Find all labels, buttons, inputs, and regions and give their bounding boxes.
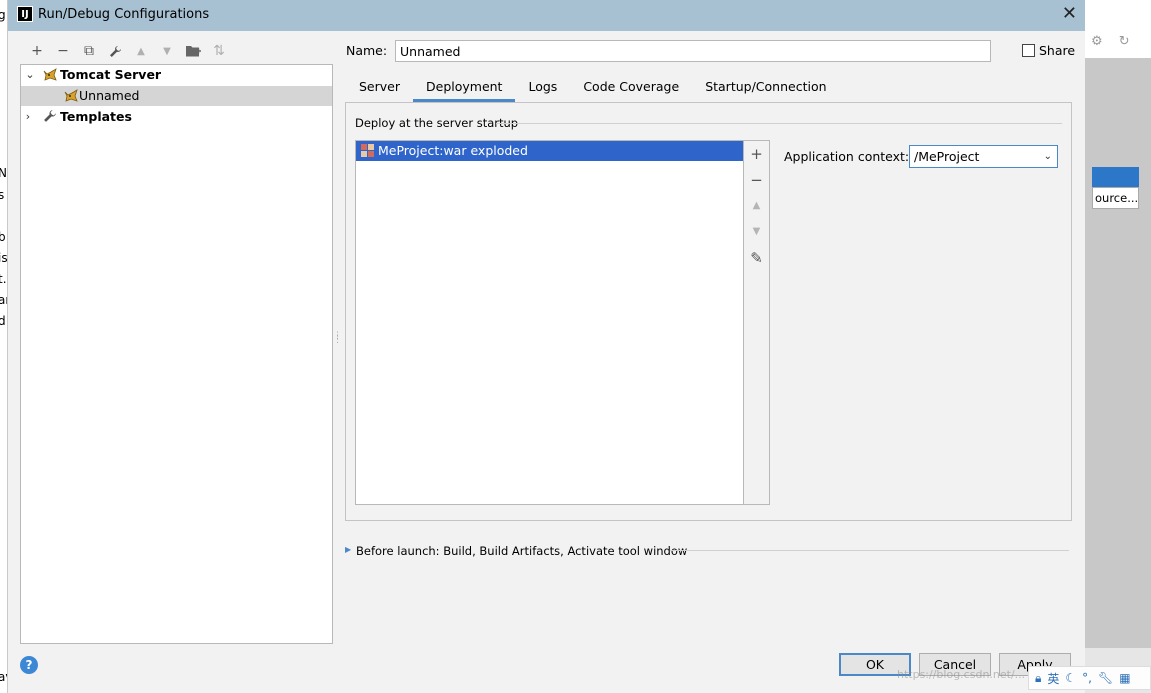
application-context-value: /MeProject <box>914 149 980 164</box>
copy-icon[interactable]: ⧉ <box>76 40 102 62</box>
tab-logs[interactable]: Logs <box>515 74 570 102</box>
dots-icon: °, <box>1082 671 1092 685</box>
sort-icon[interactable]: ⇅ <box>206 40 232 62</box>
section-divider <box>670 550 1069 551</box>
section-divider <box>496 123 1062 124</box>
background-editor-right: ⚙ ↻ ource... <box>1085 0 1151 693</box>
before-launch-header[interactable]: Before launch: Build, Build Artifacts, A… <box>356 544 687 558</box>
chevron-right-icon[interactable]: › <box>22 107 34 127</box>
application-context-label: Application context: <box>784 149 910 164</box>
background-text-fragment: s <box>0 188 4 202</box>
name-label: Name: <box>346 43 388 58</box>
arrow-down-icon[interactable]: ▼ <box>744 221 769 243</box>
background-selection <box>1092 167 1139 187</box>
background-text-fragment: d <box>0 314 6 328</box>
background-text-fragment: ar <box>0 293 7 307</box>
help-icon[interactable]: ? <box>20 656 38 674</box>
artifact-list: MeProject:war exploded <box>355 140 744 505</box>
folder-icon[interactable] <box>180 40 206 62</box>
tree-item-tomcat-server[interactable]: ⌄ Tomcat Server <box>21 65 332 85</box>
background-text-fragment: g <box>0 8 6 22</box>
tree-item-label: Unnamed <box>79 88 140 103</box>
wrench-icon[interactable] <box>102 40 128 62</box>
close-icon[interactable]: ✕ <box>1062 4 1077 24</box>
background-editor-left: g N s b is t. ar d av <box>0 0 8 693</box>
background-text-fragment: b <box>0 230 6 244</box>
background-text-fragment: t. <box>0 272 7 286</box>
configurations-tree: ⌄ Tomcat Server Unnamed › Templates <box>20 64 333 644</box>
window-title: Run/Debug Configurations <box>38 7 210 22</box>
pencil-icon[interactable]: ✎ <box>744 247 769 269</box>
background-source-button: ource... <box>1092 187 1139 209</box>
chevron-down-icon[interactable]: ⌄ <box>24 65 36 85</box>
minus-icon[interactable]: − <box>50 40 76 62</box>
moon-icon: ☾ <box>1065 671 1077 685</box>
background-text-fragment: N <box>0 166 7 180</box>
artifact-list-item[interactable]: MeProject:war exploded <box>356 141 743 161</box>
share-label: Share <box>1039 43 1076 58</box>
application-context-combo[interactable]: /MeProject ⌄ <box>909 145 1058 168</box>
plus-icon[interactable]: + <box>24 40 50 62</box>
plus-icon[interactable]: + <box>744 143 769 165</box>
background-text-fragment: av <box>0 670 7 684</box>
tree-item-label: Tomcat Server <box>60 67 162 82</box>
artifact-icon <box>360 143 375 158</box>
arrow-down-icon[interactable]: ▼ <box>154 40 180 62</box>
arrow-up-icon[interactable]: ▲ <box>744 195 769 217</box>
deploy-section-label: Deploy at the server startup <box>355 116 519 130</box>
share-checkbox[interactable] <box>1022 44 1035 57</box>
grid-icon: ▦ <box>1119 671 1131 685</box>
tree-item-templates[interactable]: › Templates <box>21 107 332 127</box>
ime-indicator[interactable]: 英 <box>1047 670 1059 687</box>
configurations-toolbar: + − ⧉ ▲ ▼ ⇅ <box>24 40 232 62</box>
background-toolbar-icons: ⚙ ↻ <box>1091 34 1136 49</box>
tree-item-unnamed[interactable]: Unnamed <box>21 86 332 106</box>
splitter-handle[interactable]: ⋮ ⋮ <box>333 332 342 348</box>
tab-deployment[interactable]: Deployment <box>413 74 516 102</box>
config-tabs: Server Deployment Logs Code Coverage Sta… <box>346 74 840 102</box>
tomcat-icon <box>42 67 58 83</box>
tomcat-icon <box>63 88 79 104</box>
artifact-toolbar: + − ▲ ▼ ✎ <box>744 140 770 505</box>
wrench-icon <box>42 109 58 125</box>
artifact-label: MeProject:war exploded <box>378 143 528 158</box>
lock-icon: 🔒︎ <box>1035 670 1042 685</box>
intellij-app-icon: IJ <box>17 6 33 22</box>
system-tray: 🔒︎ 英 ☾ °, 🔧︎ ▦ <box>1028 666 1151 690</box>
arrow-up-icon[interactable]: ▲ <box>128 40 154 62</box>
expand-arrow-icon[interactable]: ▶ <box>345 545 351 554</box>
background-text-fragment: is <box>0 251 8 265</box>
run-debug-configurations-dialog: IJ Run/Debug Configurations ✕ + − ⧉ ▲ ▼ … <box>8 0 1085 693</box>
title-bar: IJ Run/Debug Configurations ✕ <box>8 0 1085 31</box>
watermark: https://blog.csdn.net/... <box>897 668 1026 681</box>
deployment-panel: Deploy at the server startup MeProject:w… <box>345 102 1072 521</box>
tab-startup-connection[interactable]: Startup/Connection <box>692 74 839 102</box>
tab-server[interactable]: Server <box>346 74 413 102</box>
chevron-down-icon[interactable]: ⌄ <box>1044 146 1052 167</box>
minus-icon[interactable]: − <box>744 169 769 191</box>
name-input[interactable] <box>395 40 991 62</box>
tree-item-label: Templates <box>60 109 132 124</box>
wrench-icon: 🔧︎ <box>1098 671 1114 685</box>
tab-code-coverage[interactable]: Code Coverage <box>570 74 692 102</box>
